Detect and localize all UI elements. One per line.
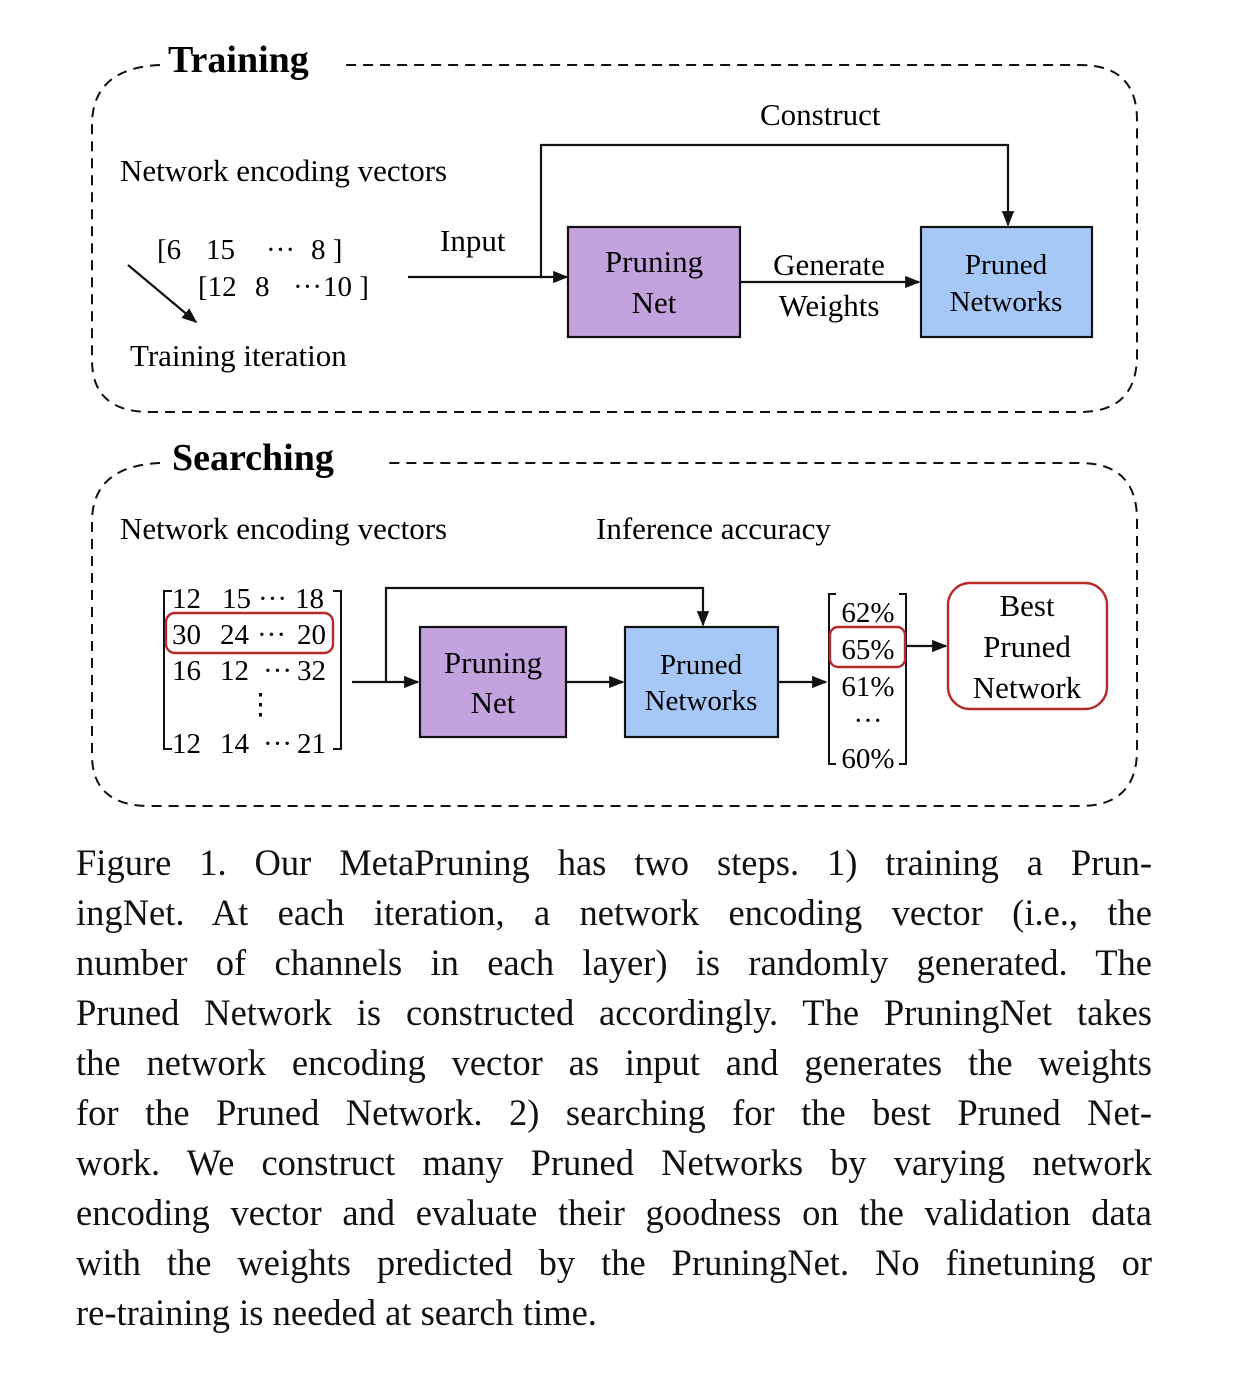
caption-line: with the weights predicted by the Prunin… — [76, 1242, 1152, 1283]
svg-text:[6: [6 — [157, 234, 181, 266]
caption-line: ingNet. At each iteration, a network enc… — [76, 892, 1152, 933]
svg-text:15: 15 — [206, 234, 235, 266]
svg-text:Best: Best — [999, 588, 1055, 623]
svg-text:Pruning: Pruning — [605, 244, 703, 279]
generate-label: Generate — [773, 247, 885, 282]
training-iteration-arrow — [127, 264, 198, 323]
svg-text:12: 12 — [172, 583, 201, 615]
svg-text:8: 8 — [255, 271, 270, 303]
svg-text:[12: [12 — [198, 271, 237, 303]
svg-text:···: ··· — [257, 619, 286, 651]
svg-text:Network: Network — [973, 670, 1082, 705]
caption-line: re-training is needed at search time. — [76, 1292, 597, 1333]
svg-text:10 ]: 10 ] — [323, 271, 369, 303]
svg-text:14: 14 — [220, 728, 250, 760]
training-pruning-net-box: Pruning Net — [566, 225, 742, 339]
accuracy-value: 60% — [841, 743, 894, 775]
training-title: Training — [168, 39, 309, 81]
searching-pruning-net-box: Pruning Net — [418, 625, 568, 739]
svg-text:···: ··· — [263, 655, 292, 687]
svg-text:···: ··· — [266, 234, 295, 266]
svg-text:8 ]: 8 ] — [311, 234, 342, 266]
caption-line: work. We construct many Pruned Networks … — [76, 1142, 1152, 1183]
construct-label: Construct — [760, 97, 881, 132]
svg-text:Networks: Networks — [950, 286, 1063, 318]
svg-text:32: 32 — [297, 655, 326, 687]
searching-pruned-networks-box: Pruned Networks — [623, 625, 780, 739]
training-vector-2: [12 8 ··· 10 ] — [198, 271, 369, 303]
training-panel: Training Network encoding vectors [6 15 … — [91, 39, 1138, 413]
svg-text:30: 30 — [172, 619, 201, 651]
svg-text:12: 12 — [172, 728, 201, 760]
caption-line: Figure 1. Our MetaPruning has two steps.… — [76, 842, 1152, 883]
caption-line: Pruned Network is constructed accordingl… — [76, 992, 1152, 1033]
svg-text:Networks: Networks — [645, 685, 758, 717]
encoding-matrix: 12 15 ··· 18 30 24 ··· 20 16 12 ··· 32 ⋮… — [163, 583, 342, 760]
searching-encoding-label: Network encoding vectors — [120, 511, 447, 546]
svg-text:18: 18 — [295, 583, 324, 615]
svg-text:12: 12 — [220, 655, 249, 687]
accuracy-ellipsis: ··· — [854, 705, 883, 737]
caption-line: for the Pruned Network. 2) searching for… — [76, 1092, 1152, 1133]
training-iteration-label: Training iteration — [130, 338, 347, 373]
caption-line: number of channels in each layer) is ran… — [76, 942, 1152, 983]
input-label: Input — [440, 223, 506, 258]
accuracy-value: 61% — [841, 671, 894, 703]
accuracy-value: 62% — [841, 597, 894, 629]
matrix-row: 12 15 ··· 18 — [172, 583, 324, 615]
svg-text:···: ··· — [293, 271, 322, 303]
matrix-row: 16 12 ··· 32 — [172, 655, 326, 687]
training-pruned-networks-box: Pruned Networks — [919, 225, 1094, 339]
svg-text:Pruned: Pruned — [983, 629, 1071, 664]
svg-text:Pruned: Pruned — [965, 249, 1048, 281]
svg-text:···: ··· — [263, 728, 292, 760]
caption-line: the network encoding vector as input and… — [76, 1042, 1152, 1083]
figure-caption: Figure 1. Our MetaPruning has two steps.… — [76, 838, 1152, 1338]
svg-text:21: 21 — [297, 728, 326, 760]
svg-text:Pruning: Pruning — [444, 645, 542, 680]
svg-text:Net: Net — [471, 685, 516, 720]
svg-text:···: ··· — [258, 583, 287, 615]
searching-panel: Searching Network encoding vectors Infer… — [91, 437, 1138, 807]
searching-title: Searching — [172, 437, 334, 479]
training-encoding-label: Network encoding vectors — [120, 153, 447, 188]
svg-text:Net: Net — [632, 285, 677, 320]
accuracy-vector: 62% 65% 61% ··· 60% — [828, 593, 907, 775]
matrix-row: 12 14 ··· 21 — [172, 728, 326, 760]
svg-text:24: 24 — [220, 619, 250, 651]
caption-line: encoding vector and evaluate their goodn… — [76, 1192, 1152, 1233]
inference-accuracy-label: Inference accuracy — [596, 511, 831, 546]
metapruning-diagram: Training Network encoding vectors [6 15 … — [91, 39, 1138, 807]
matrix-row-highlighted: 30 24 ··· 20 — [172, 619, 326, 651]
weights-label: Weights — [779, 288, 880, 323]
training-vector-1: [6 15 ··· 8 ] — [157, 234, 342, 266]
svg-text:Pruned: Pruned — [660, 649, 743, 681]
svg-text:16: 16 — [172, 655, 201, 687]
best-pruned-network-box: Best Pruned Network — [946, 581, 1109, 711]
svg-text:20: 20 — [297, 619, 326, 651]
svg-text:15: 15 — [222, 583, 251, 615]
accuracy-value-highlighted: 65% — [841, 634, 894, 666]
matrix-vdots: ⋮ — [246, 689, 275, 721]
